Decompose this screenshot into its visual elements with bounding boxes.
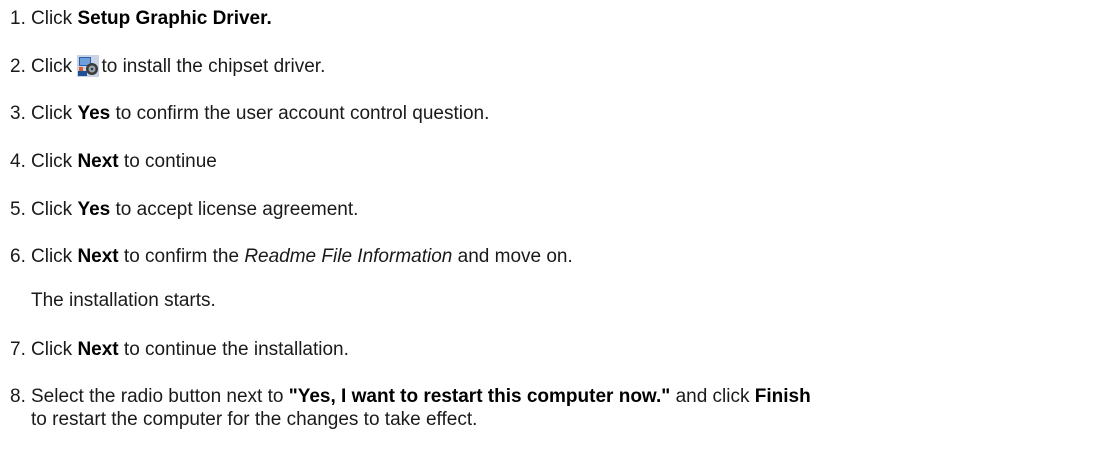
step-number: 6. bbox=[10, 246, 26, 267]
ui-term: Next bbox=[77, 151, 119, 172]
step-1: 1. Click Setup Graphic Driver. bbox=[10, 8, 272, 30]
step-text: to continue bbox=[118, 151, 217, 172]
ui-term: Setup Graphic Driver. bbox=[77, 8, 272, 29]
step-text: Click bbox=[31, 8, 78, 29]
step-5: 5. Click Yes to accept license agreement. bbox=[10, 199, 358, 221]
step-8: 8. Select the radio button next to "Yes, … bbox=[10, 386, 811, 408]
step-number: 2. bbox=[10, 56, 26, 77]
step-text: Click bbox=[31, 246, 78, 267]
step-number: 4. bbox=[10, 151, 26, 172]
step-text: Click bbox=[31, 103, 78, 124]
step-7: 7. Click Next to continue the installatio… bbox=[10, 339, 349, 361]
step-text: to install the chipset driver. bbox=[101, 56, 326, 77]
step-3: 3. Click Yes to confirm the user account … bbox=[10, 103, 489, 125]
step-text: Click bbox=[31, 56, 78, 77]
step-8-continuation: to restart the computer for the changes … bbox=[31, 409, 478, 430]
ui-term: Next bbox=[77, 246, 119, 267]
step-number: 5. bbox=[10, 199, 26, 220]
step-text: to accept license agreement. bbox=[110, 199, 359, 220]
step-number: 8. bbox=[10, 386, 26, 407]
step-text: and move on. bbox=[452, 246, 573, 267]
step-text: to continue the installation. bbox=[118, 339, 349, 360]
step-number: 3. bbox=[10, 103, 26, 124]
ui-term: Next bbox=[77, 339, 119, 360]
step-text: Click bbox=[31, 199, 78, 220]
ui-term: "Yes, I want to restart this computer no… bbox=[288, 386, 671, 407]
step-4: 4. Click Next to continue bbox=[10, 151, 217, 173]
step-text: Click bbox=[31, 151, 78, 172]
step-text: to confirm the bbox=[118, 246, 245, 267]
step-text: Click bbox=[31, 339, 78, 360]
driver-install-icon bbox=[77, 55, 100, 77]
step-2: 2. Click to install the chipset driver. bbox=[10, 55, 325, 78]
ui-term: Finish bbox=[754, 386, 811, 407]
document-reference: Readme File Information bbox=[244, 246, 453, 267]
step-note: The installation starts. bbox=[31, 290, 216, 311]
ui-term: Yes bbox=[77, 199, 111, 220]
ui-term: Yes bbox=[77, 103, 111, 124]
step-6: 6. Click Next to confirm the Readme File … bbox=[10, 246, 573, 268]
step-text: to confirm the user account control ques… bbox=[110, 103, 490, 124]
step-number: 1. bbox=[10, 8, 26, 29]
step-text: Select the radio button next to bbox=[31, 386, 289, 407]
step-number: 7. bbox=[10, 339, 26, 360]
step-text: and click bbox=[670, 386, 755, 407]
